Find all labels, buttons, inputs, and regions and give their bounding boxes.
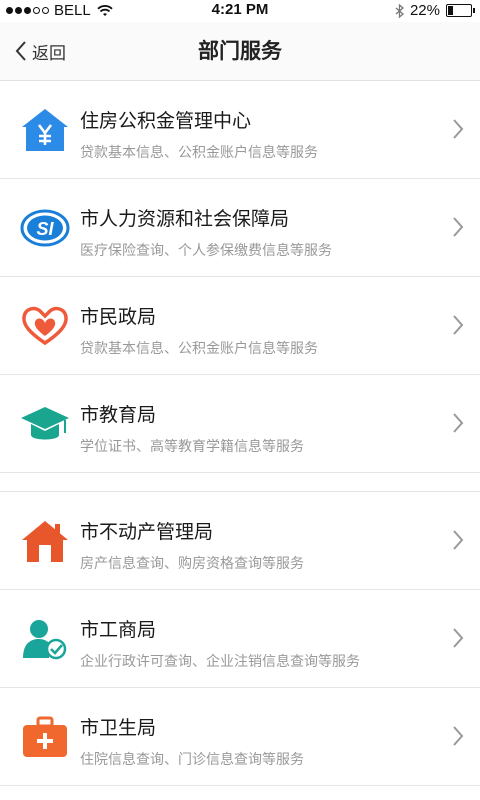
chevron-right-icon [453,628,464,648]
graduation-cap-icon [21,407,69,440]
heart-hands-icon [22,306,68,346]
chevron-right-icon [453,413,464,433]
battery-percent: 22% [409,2,440,19]
list-item[interactable]: 住房公积金管理中心 贷款基本信息、公积金账户信息等服务 [0,81,480,179]
service-desc: 医疗保险查询、个人参保缴费信息等服务 [80,243,332,259]
list-item[interactable]: SI 市人力资源和社会保障局 医疗保险查询、个人参保缴费信息等服务 [0,179,480,277]
list-item[interactable]: 市民政局 贷款基本信息、公积金账户信息等服务 [0,277,480,375]
service-name: 市不动产管理局 [80,521,214,543]
chevron-right-icon [453,530,464,550]
chevron-left-icon [15,41,26,61]
service-list: 住房公积金管理中心 贷款基本信息、公积金账户信息等服务 SI 市人力资源和社会保… [0,81,480,786]
chevron-right-icon [453,315,464,335]
service-desc: 房产信息查询、购房资格查询等服务 [80,556,304,572]
list-item[interactable]: 市卫生局 住院信息查询、门诊信息查询等服务 [0,688,480,786]
user-check-icon [23,620,67,660]
chevron-right-icon [453,217,464,237]
back-button[interactable]: 返回 [14,22,66,80]
house-icon [22,521,68,562]
battery-icon [446,4,475,17]
service-name: 市人力资源和社会保障局 [80,208,290,230]
service-name: 住房公积金管理中心 [80,110,252,132]
service-name: 市教育局 [80,404,157,426]
medical-kit-icon [23,716,67,757]
service-name: 市卫生局 [80,717,157,739]
service-name: 市民政局 [80,306,157,328]
service-desc: 住院信息查询、门诊信息查询等服务 [80,752,304,768]
service-desc: 贷款基本信息、公积金账户信息等服务 [80,341,318,357]
chevron-right-icon [453,119,464,139]
svg-text:SI: SI [36,219,54,239]
service-desc: 企业行政许可查询、企业注销信息查询等服务 [80,654,360,670]
chevron-right-icon [453,726,464,746]
page-title: 部门服务 [198,39,282,63]
service-name: 市工商局 [80,619,157,641]
list-item[interactable]: 市不动产管理局 房产信息查询、购房资格查询等服务 [0,491,480,590]
navigation-bar: 部门服务 返回 [0,22,480,81]
social-security-icon: SI [20,209,70,247]
back-label: 返回 [32,43,66,64]
list-item[interactable]: 市工商局 企业行政许可查询、企业注销信息查询等服务 [0,590,480,688]
list-item[interactable]: 市教育局 学位证书、高等教育学籍信息等服务 [0,375,480,473]
housing-fund-icon [22,109,68,151]
status-bar: BELL 4:21 PM 22% [0,0,480,22]
service-desc: 贷款基本信息、公积金账户信息等服务 [80,145,318,161]
bluetooth-icon [395,3,404,18]
service-desc: 学位证书、高等教育学籍信息等服务 [80,439,304,455]
